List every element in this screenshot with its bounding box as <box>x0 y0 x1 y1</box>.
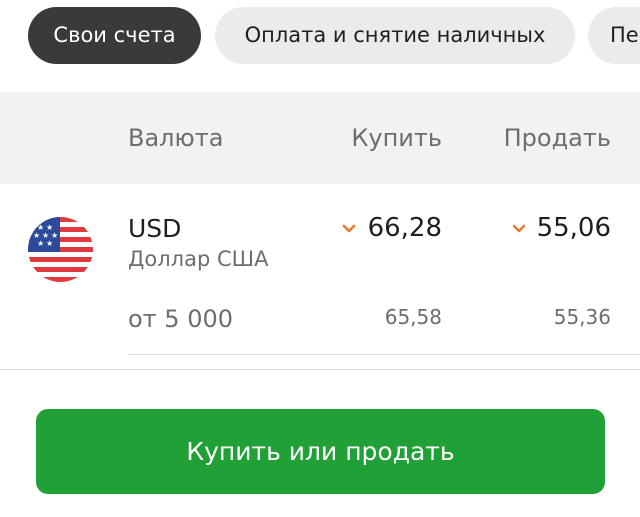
chevron-down-icon <box>512 224 526 233</box>
buy-rate: 66,28 <box>367 213 442 243</box>
header-buy: Купить <box>351 124 442 152</box>
currency-code: USD <box>128 214 182 243</box>
sell-rate: 55,06 <box>536 213 611 243</box>
account-tabs: Свои счета Оплата и снятие наличных Пе <box>0 0 640 86</box>
tier-amount: от 5 000 <box>128 305 233 333</box>
us-flag-icon: ★ ★ ★ ★ ★ ★ ★ <box>28 217 93 282</box>
rates-table-header: Валюта Купить Продать <box>0 92 640 184</box>
svg-text:★: ★ <box>37 239 44 248</box>
currency-name: Доллар США <box>128 247 269 271</box>
tier-sell-rate: 55,36 <box>553 305 611 329</box>
tab-partial[interactable]: Пе <box>588 7 640 64</box>
header-currency: Валюта <box>128 124 224 152</box>
tab-payment-cash-withdrawal[interactable]: Оплата и снятие наличных <box>215 7 575 64</box>
chevron-down-icon <box>342 224 356 233</box>
tab-own-accounts[interactable]: Свои счета <box>28 7 201 64</box>
row-divider <box>128 354 640 355</box>
buy-or-sell-button[interactable]: Купить или продать <box>36 409 605 494</box>
header-sell: Продать <box>503 124 611 152</box>
tier-buy-rate: 65,58 <box>384 305 442 329</box>
table-row: ★ ★ ★ ★ ★ ★ ★ USD Доллар США 66,28 55,06 от … <box>0 184 640 370</box>
svg-text:★: ★ <box>46 239 53 248</box>
